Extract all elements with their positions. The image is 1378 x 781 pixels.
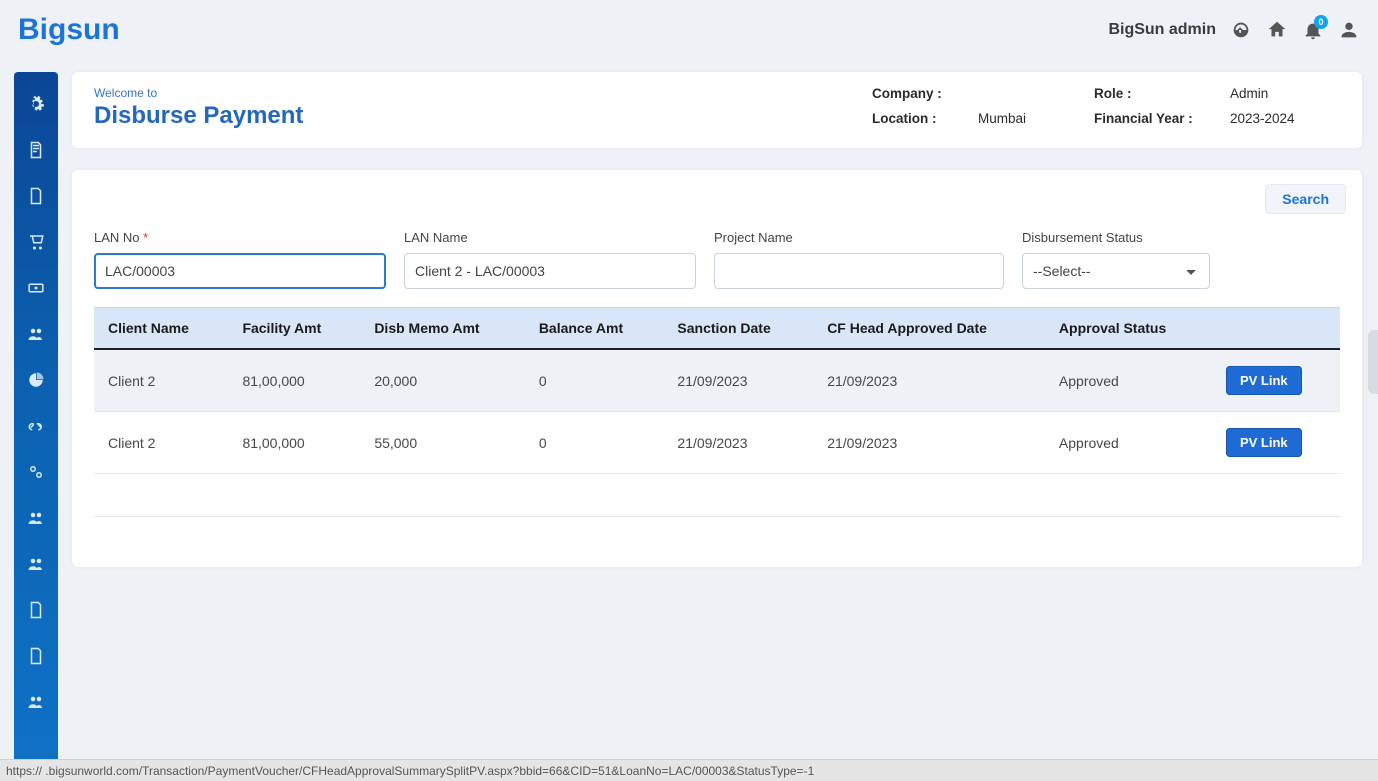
cell-balance: 0: [525, 412, 664, 474]
project-name-label: Project Name: [714, 230, 1004, 245]
status-bar-text: https:// .bigsunworld.com/Transaction/Pa…: [6, 764, 814, 778]
cell-memo: 20,000: [360, 349, 525, 412]
user-icon[interactable]: [1338, 19, 1360, 41]
cell-memo: 55,000: [360, 412, 525, 474]
cell-cfhead: 21/09/2023: [813, 412, 1045, 474]
search-button[interactable]: Search: [1265, 184, 1346, 214]
results-table: Client Name Facility Amt Disb Memo Amt B…: [94, 307, 1340, 474]
cell-client: Client 2: [94, 412, 228, 474]
table-header-row: Client Name Facility Amt Disb Memo Amt B…: [94, 308, 1340, 350]
sidebar-link-icon[interactable]: [24, 414, 48, 438]
browser-status-bar: https:// .bigsunworld.com/Transaction/Pa…: [0, 759, 1378, 781]
welcome-text: Welcome to: [94, 86, 303, 100]
role-value: Admin: [1230, 86, 1340, 101]
location-value: Mumbai: [978, 111, 1088, 126]
notifications-icon[interactable]: 0: [1302, 19, 1324, 41]
cell-cfhead: 21/09/2023: [813, 349, 1045, 412]
sidebar-users2-icon[interactable]: [24, 506, 48, 530]
cell-balance: 0: [525, 349, 664, 412]
th-status[interactable]: Approval Status: [1045, 308, 1212, 350]
fy-value: 2023-2024: [1230, 111, 1340, 126]
sidebar-doc3-icon[interactable]: [24, 598, 48, 622]
disb-status-select[interactable]: --Select--: [1022, 253, 1210, 289]
page-title: Disburse Payment: [94, 102, 303, 130]
role-label: Role :: [1094, 86, 1224, 101]
dashboard-icon[interactable]: [1230, 19, 1252, 41]
th-balance[interactable]: Balance Amt: [525, 308, 664, 350]
divider: [94, 516, 1340, 517]
username-label: BigSun admin: [1108, 21, 1216, 39]
company-value: [978, 86, 1088, 101]
header-meta: Company : Role : Admin Location : Mumbai…: [872, 86, 1340, 126]
filter-row: LAN No LAN Name Project Name Disbursemen…: [94, 230, 1340, 289]
cell-status: Approved: [1045, 349, 1212, 412]
sidebar-doc2-icon[interactable]: [24, 184, 48, 208]
cell-client: Client 2: [94, 349, 228, 412]
th-cfhead[interactable]: CF Head Approved Date: [813, 308, 1045, 350]
sidebar: [14, 72, 58, 781]
th-client[interactable]: Client Name: [94, 308, 228, 350]
sidebar-gears-icon[interactable]: [24, 460, 48, 484]
topbar-right: BigSun admin 0: [1108, 19, 1360, 41]
page-header: Welcome to Disburse Payment Company : Ro…: [72, 72, 1362, 148]
lan-no-label: LAN No: [94, 230, 386, 245]
scroll-indicator[interactable]: [1368, 330, 1378, 394]
table-row: Client 2 81,00,000 20,000 0 21/09/2023 2…: [94, 349, 1340, 412]
topbar: Bigsun BigSun admin 0: [0, 0, 1378, 60]
th-sanction[interactable]: Sanction Date: [663, 308, 813, 350]
sidebar-cart-icon[interactable]: [24, 230, 48, 254]
cell-sanction: 21/09/2023: [663, 349, 813, 412]
sidebar-cash-icon[interactable]: [24, 276, 48, 300]
lan-name-label: LAN Name: [404, 230, 696, 245]
brand-logo[interactable]: Bigsun: [18, 13, 120, 47]
cell-status: Approved: [1045, 412, 1212, 474]
sidebar-users3-icon[interactable]: [24, 552, 48, 576]
cell-facility: 81,00,000: [228, 349, 360, 412]
sidebar-users4-icon[interactable]: [24, 690, 48, 714]
content-card: Search LAN No LAN Name Project Name Disb…: [72, 170, 1362, 567]
fy-label: Financial Year :: [1094, 111, 1224, 126]
th-facility[interactable]: Facility Amt: [228, 308, 360, 350]
th-memo[interactable]: Disb Memo Amt: [360, 308, 525, 350]
cell-facility: 81,00,000: [228, 412, 360, 474]
disb-status-label: Disbursement Status: [1022, 230, 1210, 245]
cell-sanction: 21/09/2023: [663, 412, 813, 474]
sidebar-settings-icon[interactable]: [24, 92, 48, 116]
lan-name-input[interactable]: [404, 253, 696, 289]
sidebar-chart-icon[interactable]: [24, 368, 48, 392]
pv-link-button[interactable]: PV Link: [1226, 366, 1302, 395]
company-label: Company :: [872, 86, 972, 101]
pv-link-button[interactable]: PV Link: [1226, 428, 1302, 457]
location-label: Location :: [872, 111, 972, 126]
sidebar-doc1-icon[interactable]: [24, 138, 48, 162]
notification-badge: 0: [1314, 15, 1328, 29]
sidebar-users1-icon[interactable]: [24, 322, 48, 346]
project-name-input[interactable]: [714, 253, 1004, 289]
lan-no-input[interactable]: [94, 253, 386, 289]
th-action: [1212, 308, 1340, 350]
home-icon[interactable]: [1266, 19, 1288, 41]
table-row: Client 2 81,00,000 55,000 0 21/09/2023 2…: [94, 412, 1340, 474]
sidebar-doc4-icon[interactable]: [24, 644, 48, 668]
